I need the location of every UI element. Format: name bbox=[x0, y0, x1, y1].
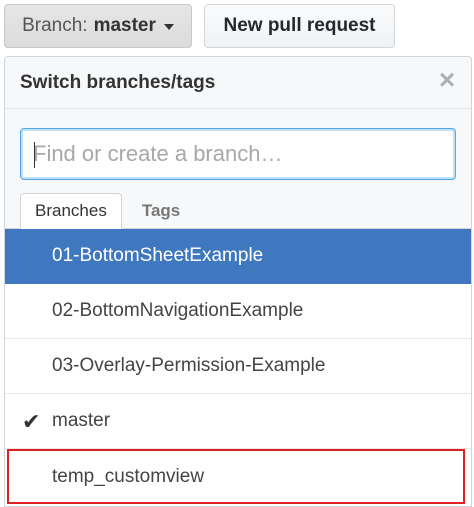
branch-button-value: master bbox=[93, 15, 156, 36]
branch-item-label: master bbox=[52, 410, 111, 431]
branch-item-01-bottomsheetexample[interactable]: 01-BottomSheetExample bbox=[5, 229, 471, 284]
branch-tag-tabs: Branches Tags bbox=[20, 193, 194, 229]
branch-item-02-bottomnavigationexample[interactable]: 02-BottomNavigationExample bbox=[5, 284, 471, 339]
branch-list: 01-BottomSheetExample 02-BottomNavigatio… bbox=[5, 229, 471, 504]
tab-tags[interactable]: Tags bbox=[128, 193, 194, 229]
branch-item-label: temp_customview bbox=[52, 465, 205, 487]
branch-item-label: 03-Overlay-Permission-Example bbox=[52, 355, 326, 376]
dropdown-header: Switch branches/tags × bbox=[5, 57, 471, 109]
branch-search-input[interactable] bbox=[20, 128, 456, 180]
check-icon: ✔ bbox=[22, 409, 41, 434]
dropdown-title: Switch branches/tags bbox=[20, 71, 216, 93]
branch-item-master[interactable]: ✔ master bbox=[5, 394, 471, 449]
branch-item-03-overlay-permission-example[interactable]: 03-Overlay-Permission-Example bbox=[5, 339, 471, 394]
filter-area: Branches Tags bbox=[5, 109, 471, 229]
new-pull-request-button[interactable]: New pull request bbox=[204, 4, 395, 48]
close-icon[interactable]: × bbox=[435, 66, 459, 94]
branch-select-button[interactable]: Branch: master bbox=[4, 4, 192, 48]
branch-switcher-screen: Branch: master New pull request Switch b… bbox=[0, 0, 474, 507]
tab-branches[interactable]: Branches bbox=[20, 193, 122, 229]
text-cursor bbox=[34, 142, 35, 168]
branch-button-label: Branch: bbox=[22, 15, 88, 36]
branch-dropdown: Switch branches/tags × Branches Tags 01-… bbox=[4, 56, 472, 507]
branch-item-label: 01-BottomSheetExample bbox=[52, 245, 264, 266]
caret-down-icon bbox=[163, 24, 174, 30]
branch-item-label: 02-BottomNavigationExample bbox=[52, 300, 304, 321]
branch-item-temp-customview[interactable]: temp_customview bbox=[7, 449, 465, 504]
